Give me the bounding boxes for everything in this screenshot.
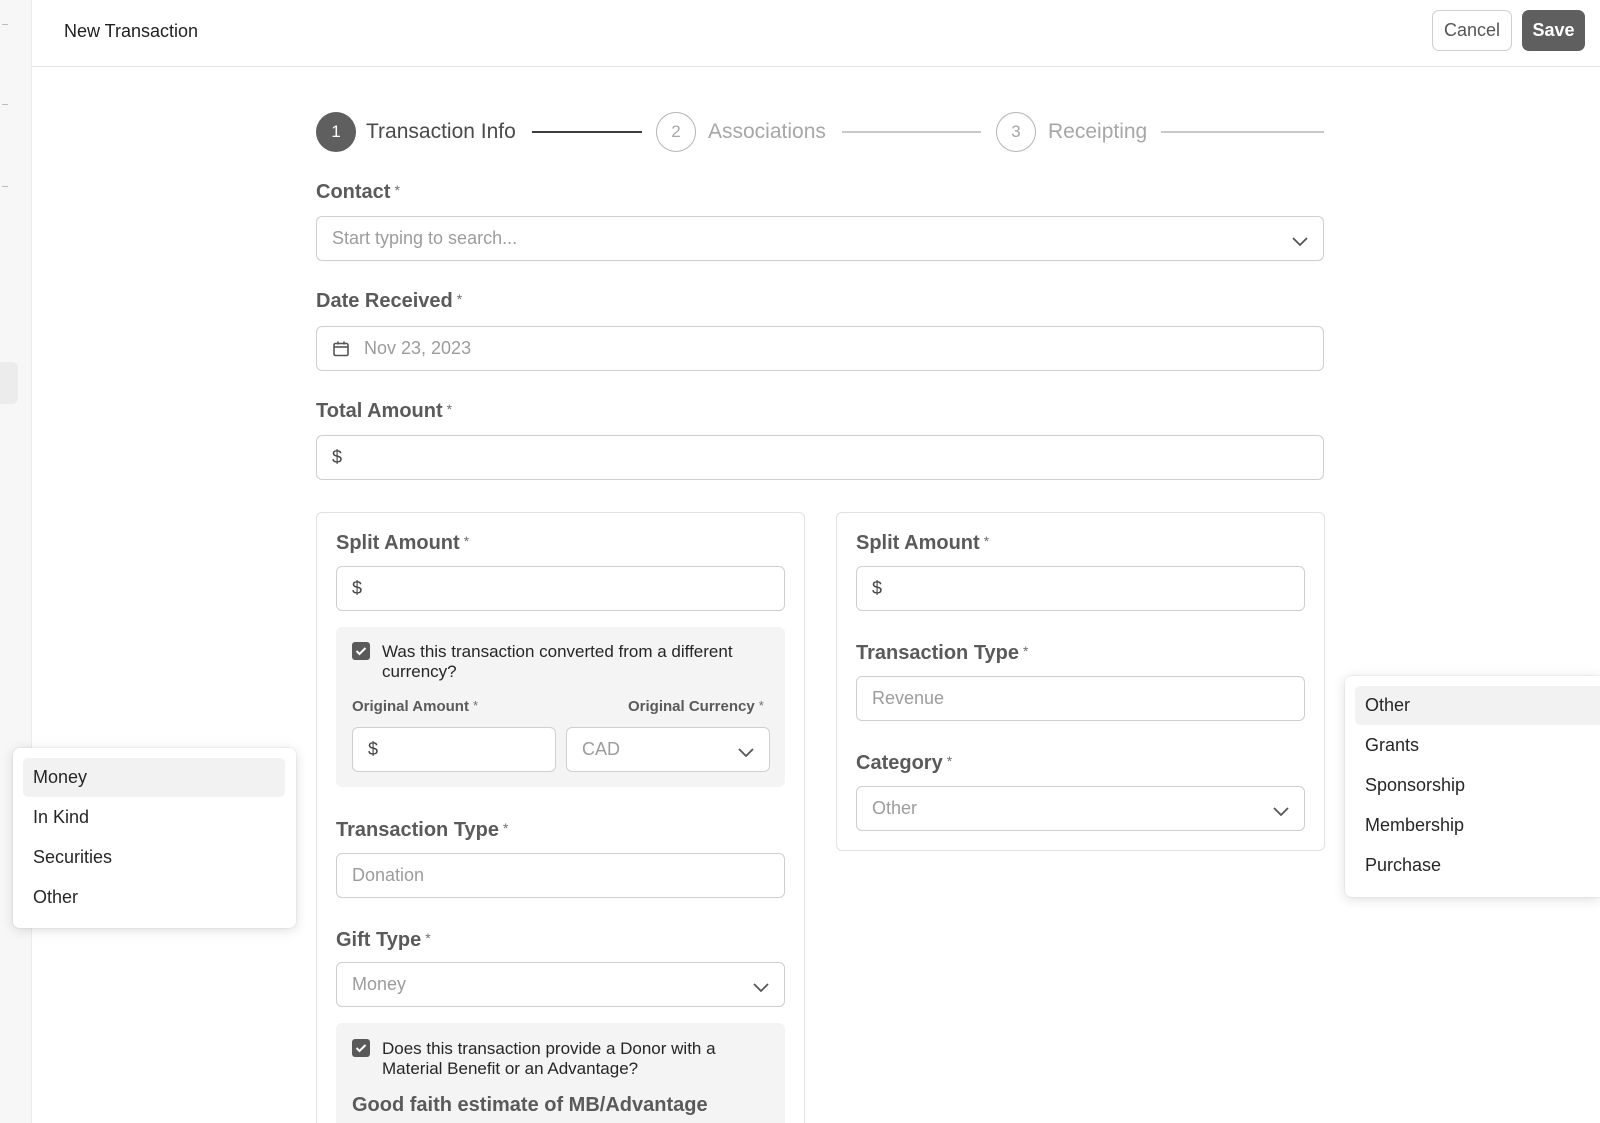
gift-type-dropdown: Money In Kind Securities Other (13, 748, 296, 928)
currency-converted-question: Was this transaction converted from a di… (382, 642, 733, 681)
transaction-type-input[interactable]: Donation (336, 853, 785, 898)
total-amount-label: Total Amount * (316, 400, 453, 422)
transaction-type-label: Transaction Type * (856, 642, 1029, 664)
stepper: 1 Transaction Info 2 Associations 3 Rece… (316, 112, 1324, 152)
currency-prefix: $ (368, 739, 379, 759)
dropdown-option-other[interactable]: Other (1355, 686, 1600, 725)
save-button[interactable]: Save (1522, 10, 1585, 51)
top-bar: New Transaction Cancel Save (32, 0, 1600, 67)
sidebar-mark (2, 24, 8, 25)
step-2-label[interactable]: Associations (708, 120, 826, 144)
dropdown-option-securities[interactable]: Securities (23, 838, 285, 877)
currency-converted-checkbox[interactable] (352, 642, 370, 660)
date-received-value: Nov 23, 2023 (364, 338, 472, 358)
step-3-label[interactable]: Receipting (1048, 120, 1147, 144)
chevron-down-icon[interactable] (752, 977, 770, 998)
total-amount-input[interactable]: $ (316, 435, 1324, 480)
step-2-number[interactable]: 2 (656, 112, 696, 152)
dropdown-option-sponsorship[interactable]: Sponsorship (1355, 766, 1600, 805)
split-amount-input[interactable]: $ (336, 566, 785, 611)
step-1-label[interactable]: Transaction Info (366, 120, 516, 144)
original-amount-label: Original Amount * (352, 698, 479, 715)
original-currency-label: Original Currency * (628, 698, 764, 715)
category-label: Category * (856, 752, 953, 774)
dropdown-option-membership[interactable]: Membership (1355, 806, 1600, 845)
category-dropdown: Other Grants Sponsorship Membership Purc… (1345, 676, 1600, 897)
contact-placeholder: Start typing to search... (332, 228, 518, 248)
date-received-input[interactable]: Nov 23, 2023 (316, 326, 1324, 371)
transaction-type-input[interactable]: Revenue (856, 676, 1305, 721)
gift-type-label: Gift Type * (336, 929, 431, 951)
step-1-number[interactable]: 1 (316, 112, 356, 152)
cancel-button[interactable]: Cancel (1432, 10, 1512, 51)
dropdown-option-in-kind[interactable]: In Kind (23, 798, 285, 837)
transaction-type-value: Donation (352, 865, 425, 885)
gift-type-select[interactable]: Money (336, 962, 785, 1007)
gift-type-value: Money (352, 974, 407, 994)
split-amount-input[interactable]: $ (856, 566, 1305, 611)
contact-search-input[interactable]: Start typing to search... (316, 216, 1324, 261)
contact-label: Contact * (316, 181, 400, 203)
step-connector (1161, 131, 1324, 133)
step-connector (532, 131, 642, 133)
calendar-icon (332, 340, 350, 358)
transaction-type-label: Transaction Type * (336, 819, 509, 841)
split-amount-label: Split Amount * (856, 532, 990, 554)
dropdown-option-grants[interactable]: Grants (1355, 726, 1600, 765)
split-amount-label: Split Amount * (336, 532, 470, 554)
dropdown-option-money[interactable]: Money (23, 758, 285, 797)
checkmark-icon (355, 647, 367, 656)
sidebar-active-indicator (0, 362, 18, 404)
currency-prefix: $ (332, 447, 343, 467)
chevron-down-icon[interactable] (1272, 801, 1290, 822)
original-currency-select[interactable]: CAD (566, 727, 770, 772)
page-title: New Transaction (64, 21, 199, 41)
category-value: Other (872, 798, 918, 818)
sidebar-mark (2, 186, 8, 187)
chevron-down-icon[interactable] (1291, 231, 1309, 252)
step-3-number[interactable]: 3 (996, 112, 1036, 152)
app-sidebar-strip (0, 0, 32, 1123)
dropdown-option-purchase[interactable]: Purchase (1355, 846, 1600, 885)
sidebar-mark (2, 104, 8, 105)
good-faith-heading: Good faith estimate of MB/Advantage (352, 1094, 708, 1116)
advantage-question: Does this transaction provide a Donor wi… (382, 1039, 716, 1078)
original-amount-input[interactable]: $ (352, 727, 556, 772)
currency-prefix: $ (352, 578, 363, 598)
dropdown-option-other[interactable]: Other (23, 878, 285, 917)
category-select[interactable]: Other (856, 786, 1305, 831)
transaction-type-value: Revenue (872, 688, 945, 708)
advantage-checkbox[interactable] (352, 1039, 370, 1057)
currency-prefix: $ (872, 578, 883, 598)
date-received-label: Date Received * (316, 290, 463, 312)
chevron-down-icon[interactable] (737, 742, 755, 763)
original-currency-value: CAD (582, 739, 621, 759)
step-connector (842, 131, 981, 133)
checkmark-icon (355, 1044, 367, 1053)
